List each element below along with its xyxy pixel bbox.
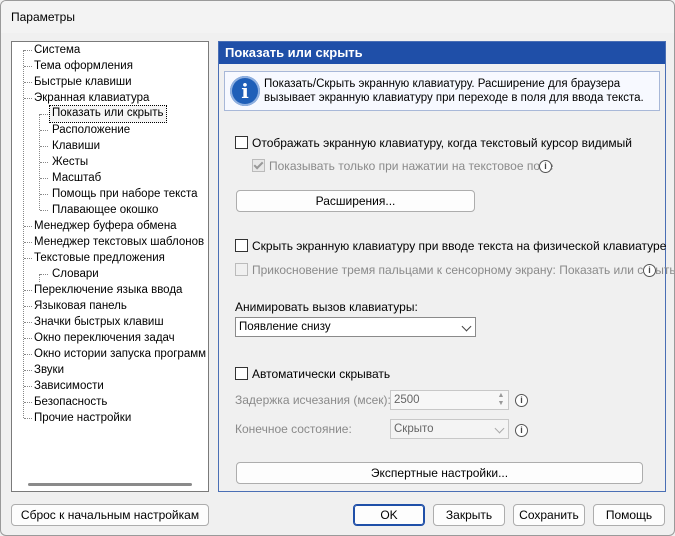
info-box: i Показать/Скрыть экранную клавиатуру. Р… [224, 71, 660, 111]
tree-item-system[interactable]: Система [32, 42, 82, 58]
spin-up-icon[interactable]: ▲ [495, 392, 507, 400]
settings-panel: Показать или скрыть i Показать/Скрыть эк… [218, 41, 674, 492]
animate-label: Анимировать вызов клавиатуры: [235, 300, 418, 314]
show-on-tap-label: Показывать только при нажатии на текстов… [269, 159, 554, 173]
tree-connector [24, 418, 32, 419]
chevron-down-icon [494, 423, 505, 434]
auto-hide-checkbox[interactable]: Автоматически скрывать [235, 366, 390, 382]
tree-connector [40, 130, 48, 131]
auto-hide-label: Автоматически скрывать [252, 367, 391, 381]
tree-connector [24, 66, 32, 67]
three-finger-checkbox[interactable]: Прикосновение тремя пальцами к сенсорном… [235, 262, 675, 278]
tree-connector [24, 50, 32, 51]
tree-item-input-language[interactable]: Переключение языка ввода [32, 282, 184, 298]
final-state-select[interactable]: Скрыто [390, 419, 509, 439]
tree-connector [40, 194, 48, 195]
tree-connector [24, 354, 32, 355]
title-bar[interactable]: Параметры [1, 1, 674, 33]
settings-window: Параметры Система Тема оформления Быстры… [0, 0, 675, 536]
tree-item-dictionaries[interactable]: Словари [50, 266, 101, 282]
tree-item-gestures[interactable]: Жесты [50, 154, 90, 170]
tree-connector [24, 402, 32, 403]
tree-connector [40, 210, 48, 211]
tree-connector [24, 306, 32, 307]
checkbox-box[interactable] [235, 239, 248, 252]
help-icon[interactable]: i [515, 424, 528, 437]
tree-item-dependencies[interactable]: Зависимости [32, 378, 106, 394]
spin-down-icon[interactable]: ▼ [495, 400, 507, 408]
tree-connector [24, 82, 32, 83]
fade-delay-label: Задержка исчезания (мсек): [235, 393, 391, 407]
expert-settings-button[interactable]: Экспертные настройки... [236, 462, 643, 484]
tree-item-position[interactable]: Расположение [50, 122, 132, 138]
tree-item-hotkey-icons[interactable]: Значки быстрых клавиш [32, 314, 166, 330]
tree-item-show-hide[interactable]: Показать или скрыть [49, 105, 167, 123]
tree-item-typing-help[interactable]: Помощь при наборе текста [50, 186, 200, 202]
settings-tree[interactable]: Система Тема оформления Быстрые клавиши … [11, 41, 209, 492]
info-icon: i [230, 76, 260, 106]
help-icon[interactable]: i [539, 160, 552, 173]
tree-item-scale[interactable]: Масштаб [50, 170, 103, 186]
tree-connector [40, 274, 48, 275]
info-text: Показать/Скрыть экранную клавиатуру. Рас… [264, 78, 644, 104]
save-button[interactable]: Сохранить [513, 504, 585, 526]
tree-item-floating-window[interactable]: Плавающее окошко [50, 202, 160, 218]
tree-connector [40, 146, 48, 147]
tree-connector [39, 274, 40, 282]
reset-button[interactable]: Сброс к начальным настройкам [11, 504, 209, 526]
tree-connector [24, 322, 32, 323]
fade-delay-input[interactable]: 2500 ▲ ▼ [390, 390, 509, 410]
tree-connector [23, 50, 24, 418]
show-when-cursor-label: Отображать экранную клавиатуру, когда те… [252, 136, 632, 150]
tree-connector [24, 226, 32, 227]
ok-button[interactable]: OK [353, 504, 425, 526]
show-when-cursor-checkbox[interactable]: Отображать экранную клавиатуру, когда те… [235, 135, 632, 151]
tree-item-text-suggestions[interactable]: Текстовые предложения [32, 250, 167, 266]
tree-item-sounds[interactable]: Звуки [32, 362, 66, 378]
animate-select-value: Появление снизу [239, 321, 331, 333]
checkbox-box[interactable] [235, 136, 248, 149]
panel-title: Показать или скрыть [219, 42, 665, 64]
help-icon[interactable]: i [515, 394, 528, 407]
three-finger-label: Прикосновение тремя пальцами к сенсорном… [252, 263, 675, 277]
window-title: Параметры [11, 10, 75, 24]
tree-connector [24, 386, 32, 387]
tree-item-clipboard-manager[interactable]: Менеджер буфера обмена [32, 218, 179, 234]
checkbox-box[interactable] [235, 263, 248, 276]
tree-connector [24, 258, 32, 259]
tree-horizontal-scrollbar[interactable] [28, 483, 192, 486]
tree-connector [24, 242, 32, 243]
help-button[interactable]: Помощь [593, 504, 665, 526]
tree-connector [24, 290, 32, 291]
tree-connector [40, 162, 48, 163]
tree-item-other-settings[interactable]: Прочие настройки [32, 410, 133, 426]
tree-connector [24, 370, 32, 371]
show-on-tap-checkbox[interactable]: Показывать только при нажатии на текстов… [252, 158, 553, 174]
tree-item-launch-history[interactable]: Окно истории запуска программ [32, 346, 208, 362]
checkbox-box[interactable] [235, 367, 248, 380]
tree-item-keys[interactable]: Клавиши [50, 138, 102, 154]
extensions-button[interactable]: Расширения... [236, 190, 475, 212]
tree-item-hotkeys[interactable]: Быстрые клавиши [32, 74, 134, 90]
hide-on-physical-label: Скрыть экранную клавиатуру при вводе тек… [252, 239, 667, 253]
tree-connector [24, 338, 32, 339]
animate-select[interactable]: Появление снизу [235, 317, 476, 337]
tree-connector [24, 98, 32, 99]
fade-delay-value: 2500 [394, 394, 420, 406]
final-state-value: Скрыто [394, 423, 434, 435]
tree-item-template-manager[interactable]: Менеджер текстовых шаблонов [32, 234, 206, 250]
tree-item-language-bar[interactable]: Языковая панель [32, 298, 129, 314]
help-icon[interactable]: i [643, 264, 656, 277]
chevron-down-icon [461, 321, 472, 332]
tree-connector [40, 114, 48, 115]
tree-item-task-switcher[interactable]: Окно переключения задач [32, 330, 177, 346]
final-state-label: Конечное состояние: [235, 422, 352, 436]
tree-item-security[interactable]: Безопасность [32, 394, 109, 410]
tree-item-onscreen-keyboard[interactable]: Экранная клавиатура [32, 90, 151, 106]
hide-on-physical-checkbox[interactable]: Скрыть экранную клавиатуру при вводе тек… [235, 238, 666, 254]
tree-connector [40, 178, 48, 179]
checkbox-check-icon[interactable] [252, 159, 265, 172]
close-button[interactable]: Закрыть [433, 504, 505, 526]
tree-item-theme[interactable]: Тема оформления [32, 58, 135, 74]
